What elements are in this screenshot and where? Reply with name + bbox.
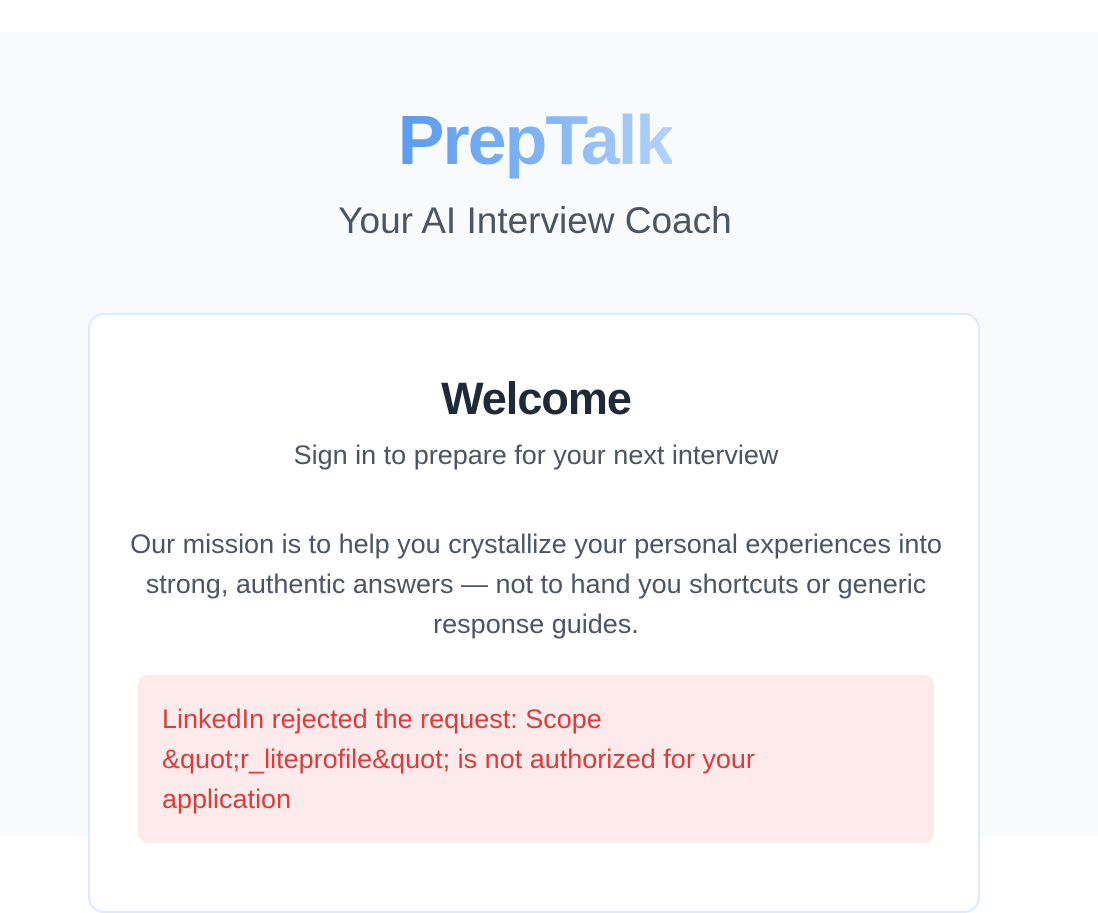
error-message: LinkedIn rejected the request: Scope &qu… bbox=[162, 704, 755, 814]
error-alert: LinkedIn rejected the request: Scope &qu… bbox=[138, 675, 934, 843]
browser-top-strip bbox=[0, 0, 1098, 32]
mission-statement: Our mission is to help you crystallize y… bbox=[130, 529, 942, 639]
sign-in-card: Welcome Sign in to prepare for your next… bbox=[88, 313, 980, 913]
brand-header: PrepTalk bbox=[0, 98, 1070, 182]
card-subtitle: Sign in to prepare for your next intervi… bbox=[293, 440, 779, 470]
card-title: Welcome bbox=[441, 373, 632, 424]
brand-logo-text: PrepTalk bbox=[398, 98, 674, 182]
brand-tagline: Your AI Interview Coach bbox=[338, 200, 732, 241]
login-page: PrepTalk Your AI Interview Coach Welcome… bbox=[0, 32, 1098, 913]
